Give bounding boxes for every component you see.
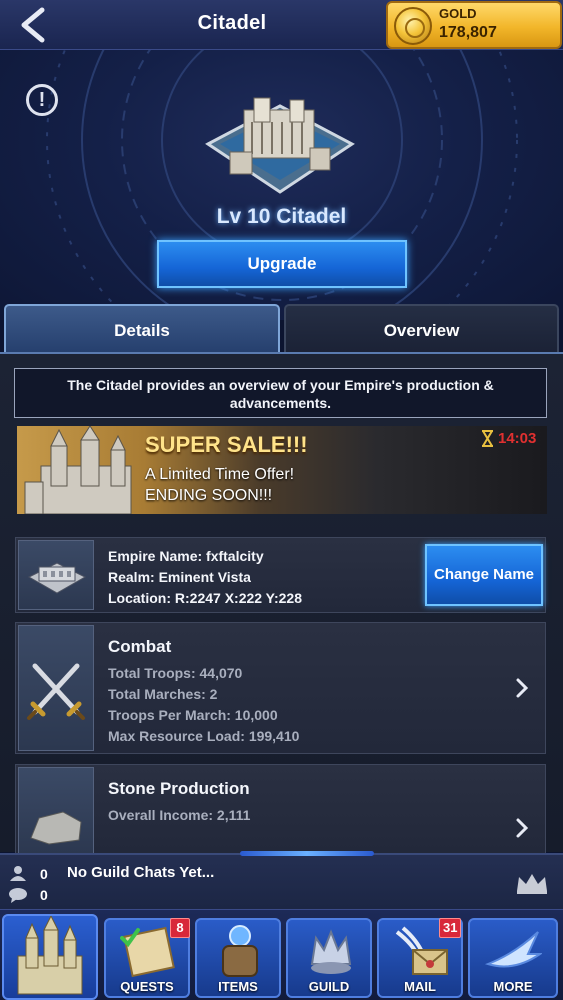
- combat-thumbnail: [18, 625, 94, 751]
- gold-value: 178,807: [439, 24, 497, 41]
- max-resource-load: Max Resource Load: 199,410: [108, 728, 300, 744]
- nav-items-label: ITEMS: [218, 979, 258, 994]
- combat-stats: Total Troops: 44,070 Total Marches: 2 Tr…: [108, 663, 299, 747]
- combat-title: Combat: [108, 637, 172, 656]
- guild-chat-message: No Guild Chats Yet...: [67, 864, 215, 881]
- castle-icon: [17, 914, 83, 995]
- gold-coin-icon: [394, 7, 432, 45]
- crown-icon[interactable]: [515, 871, 549, 895]
- quests-badge: 8: [170, 918, 190, 938]
- nav-items[interactable]: ITEMS: [195, 918, 281, 998]
- empire-location: Location: R:2247 X:222 Y:228: [108, 590, 303, 606]
- empire-info-row: Empire Name: fxftalcity Realm: Eminent V…: [15, 537, 546, 613]
- empire-realm: Realm: Eminent Vista: [108, 569, 251, 585]
- chevron-right-icon: [516, 818, 529, 838]
- change-name-button[interactable]: Change Name: [425, 544, 543, 606]
- info-icon[interactable]: !: [26, 84, 58, 116]
- chat-count: 0: [40, 887, 48, 903]
- page-title: Citadel: [197, 12, 267, 34]
- tab-details[interactable]: Details: [4, 304, 280, 354]
- castle-home-button[interactable]: [2, 914, 98, 1000]
- total-troops: Total Troops: 44,070: [108, 665, 243, 681]
- sale-subtitle: A Limited Time Offer!: [145, 466, 295, 483]
- friend-count: 0: [40, 866, 48, 882]
- citadel-description: The Citadel provides an overview of your…: [14, 368, 547, 418]
- stone-thumbnail: [18, 767, 94, 855]
- stone-production-row[interactable]: Stone Production Overall Income: 2,111: [15, 764, 546, 855]
- nav-mail[interactable]: 31 MAIL: [377, 918, 463, 998]
- stone-icon: [30, 811, 82, 845]
- crossed-swords-icon: [27, 663, 85, 720]
- sale-title: SUPER SALE!!!: [145, 432, 308, 457]
- nav-guild-label: GUILD: [308, 979, 350, 994]
- fortress-icon: [27, 562, 87, 594]
- total-marches: Total Marches: 2: [108, 686, 218, 702]
- troops-per-march: Troops Per March: 10,000: [108, 707, 278, 723]
- overall-income: Overall Income: 2,111: [108, 807, 251, 823]
- super-sale-banner[interactable]: SUPER SALE!!! A Limited Time Offer! ENDI…: [17, 426, 547, 514]
- nav-guild[interactable]: GUILD: [286, 918, 372, 998]
- empire-name: Empire Name: fxftalcity: [108, 548, 264, 564]
- sale-ending-text: ENDING SOON!!!: [145, 487, 273, 504]
- citadel-building-image: [205, 97, 355, 194]
- more-arrow-icon: [484, 931, 542, 968]
- sale-timer: 14:03: [498, 430, 537, 447]
- guild-crest-icon: [310, 929, 352, 974]
- back-arrow-icon[interactable]: [14, 6, 54, 44]
- sale-castle-image: [24, 426, 132, 514]
- nav-mail-label: MAIL: [404, 979, 436, 994]
- nav-more-label: MORE: [493, 979, 533, 994]
- empire-thumbnail: [18, 540, 94, 610]
- backpack-icon: [222, 925, 258, 977]
- top-bar: Citadel GOLD 178,807: [0, 0, 563, 50]
- bottom-navigation: 8 QUESTS ITEMS GUILD 31 MAIL MORE: [0, 909, 563, 1000]
- stone-title: Stone Production: [108, 779, 250, 798]
- gold-label: GOLD: [439, 6, 477, 21]
- stone-stats: Overall Income: 2,111: [108, 805, 250, 826]
- empire-details: Empire Name: fxftalcity Realm: Eminent V…: [108, 546, 302, 609]
- tab-overview[interactable]: Overview: [284, 304, 559, 354]
- upgrade-button[interactable]: Upgrade: [157, 240, 407, 288]
- building-level: Lv 10 Citadel: [216, 205, 347, 228]
- chevron-right-icon: [516, 678, 529, 698]
- guild-chat-bar[interactable]: 0 0 No Guild Chats Yet...: [0, 851, 563, 909]
- tab-bar: Details Overview: [0, 304, 563, 354]
- hourglass-icon: [482, 430, 493, 447]
- chat-bubble-icon: [9, 888, 27, 903]
- friend-icon: [10, 866, 26, 881]
- nav-quests-label: QUESTS: [120, 979, 174, 994]
- mail-badge: 31: [439, 918, 462, 938]
- nav-more[interactable]: MORE: [468, 918, 558, 998]
- combat-row[interactable]: Combat Total Troops: 44,070 Total Marche…: [15, 622, 546, 754]
- gold-balance[interactable]: GOLD 178,807: [386, 1, 562, 49]
- nav-quests[interactable]: 8 QUESTS: [104, 918, 190, 998]
